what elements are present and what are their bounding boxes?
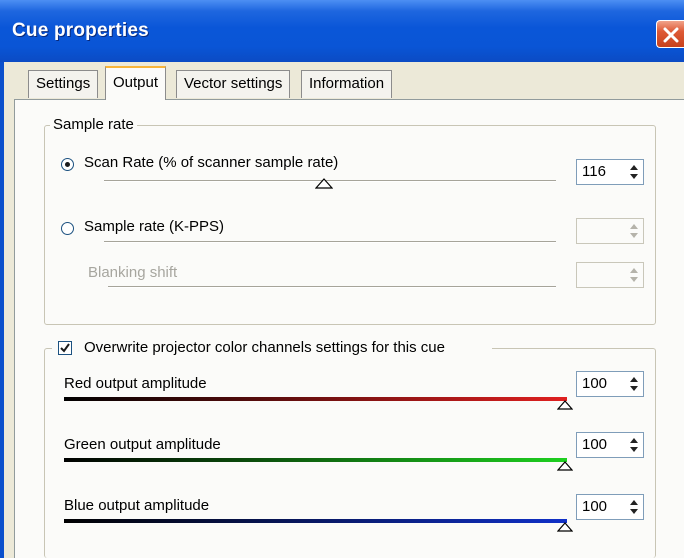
spin-arrows-icon[interactable] [627, 163, 641, 181]
tab-vector-settings[interactable]: Vector settings [176, 70, 291, 98]
spin-arrows-icon[interactable] [627, 222, 641, 240]
tab-output[interactable]: Output [105, 66, 167, 100]
spin-arrows-icon[interactable] [627, 498, 641, 516]
scan-rate-spinbox[interactable]: 116 [576, 159, 644, 185]
red-amplitude-spinbox[interactable]: 100 [576, 371, 644, 397]
scan-rate-label: Scan Rate (% of scanner sample rate) [84, 154, 339, 171]
green-amplitude-spinbox[interactable]: 100 [576, 432, 644, 458]
green-amplitude-value: 100 [582, 436, 608, 453]
sample-rate-kpps-radio[interactable] [61, 222, 74, 235]
close-icon [663, 27, 679, 43]
blue-amplitude-spinbox[interactable]: 100 [576, 494, 644, 520]
green-amplitude-thumb[interactable] [557, 461, 573, 471]
spin-arrows-icon[interactable] [627, 436, 641, 454]
sample-rate-group-label: Sample rate [50, 116, 137, 133]
window-title: Cue properties [12, 20, 149, 41]
scan-rate-radio[interactable] [61, 158, 74, 171]
scan-rate-slider-thumb[interactable] [315, 178, 333, 189]
spin-arrows-icon[interactable] [627, 375, 641, 393]
cue-properties-window: Cue properties Settings Output Vector se… [0, 0, 684, 558]
sample-rate-kpps-spinbox[interactable] [576, 218, 644, 244]
overwrite-legend: Overwrite projector color channels setti… [52, 338, 492, 358]
blanking-shift-spinbox[interactable] [576, 262, 644, 288]
scan-rate-value: 116 [582, 163, 606, 180]
tab-information[interactable]: Information [301, 70, 393, 98]
blanking-shift-slider-track[interactable] [108, 286, 556, 288]
sample-rate-kpps-slider-track[interactable] [104, 241, 556, 243]
blanking-shift-label: Blanking shift [88, 264, 178, 281]
title-bar[interactable]: Cue properties [0, 0, 684, 62]
check-icon [60, 343, 70, 353]
close-button[interactable] [656, 20, 684, 48]
sample-rate-kpps-label: Sample rate (K-PPS) [84, 218, 225, 235]
red-amplitude-slider[interactable] [64, 397, 567, 401]
blue-amplitude-slider[interactable] [64, 519, 567, 523]
overwrite-checkbox[interactable] [58, 341, 72, 355]
tab-settings[interactable]: Settings [28, 70, 99, 98]
red-amplitude-thumb[interactable] [557, 400, 573, 410]
green-amplitude-slider[interactable] [64, 458, 567, 462]
overwrite-label: Overwrite projector color channels setti… [84, 339, 445, 356]
red-amplitude-label: Red output amplitude [64, 375, 207, 392]
red-amplitude-value: 100 [582, 375, 608, 392]
spin-arrows-icon[interactable] [627, 266, 641, 284]
blue-amplitude-label: Blue output amplitude [64, 497, 210, 514]
blue-amplitude-value: 100 [582, 498, 608, 515]
green-amplitude-label: Green output amplitude [64, 436, 221, 453]
window-border [0, 62, 4, 558]
blue-amplitude-thumb[interactable] [557, 522, 573, 532]
